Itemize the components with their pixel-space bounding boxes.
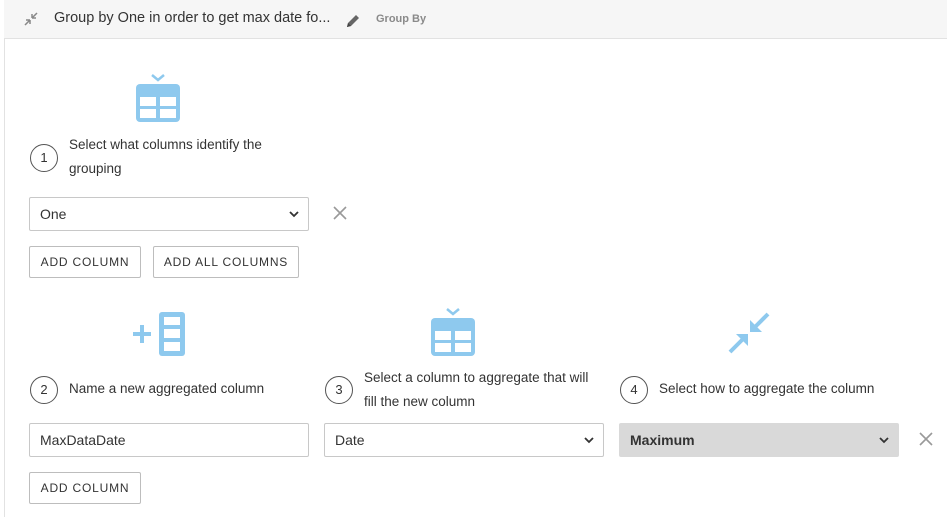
pencil-icon[interactable] xyxy=(345,13,361,29)
step-1-text-line1: Select what columns identify the xyxy=(69,137,262,152)
add-column-icon xyxy=(133,312,185,356)
add-all-columns-button[interactable]: ADD ALL COLUMNS xyxy=(153,246,299,278)
step-3-number: 3 xyxy=(325,376,353,404)
chevron-down-icon xyxy=(289,211,299,218)
aggregate-source-column-value: Date xyxy=(335,432,365,448)
step-4-number: 4 xyxy=(620,376,648,404)
panel-border xyxy=(4,39,5,517)
group-column-select[interactable]: One xyxy=(29,197,309,231)
aggregation-function-select[interactable]: Maximum xyxy=(619,423,899,457)
header-bar: Group by One in order to get max date fo… xyxy=(4,0,947,39)
step-1-instructions: Select what columns identify the groupin… xyxy=(69,133,262,181)
aggregation-function-value: Maximum xyxy=(630,432,695,448)
add-aggregated-column-button[interactable]: ADD COLUMN xyxy=(29,472,141,504)
group-column-select-value: One xyxy=(40,206,67,222)
compress-arrows-icon xyxy=(728,312,770,354)
step-2-number: 2 xyxy=(30,376,58,404)
step-3-text-line1: Select a column to aggregate that will xyxy=(364,370,589,385)
add-group-column-button[interactable]: ADD COLUMN xyxy=(29,246,141,278)
chevron-down-icon xyxy=(584,437,594,444)
step-2-instructions: Name a new aggregated column xyxy=(69,381,265,396)
recipe-title[interactable]: Group by One in order to get max date fo… xyxy=(54,10,330,26)
aggregate-source-column-select[interactable]: Date xyxy=(324,423,604,457)
recipe-type-label: Group By xyxy=(376,13,427,25)
step-1-number: 1 xyxy=(30,144,58,172)
close-icon[interactable] xyxy=(332,205,348,221)
step-4-instructions: Select how to aggregate the column xyxy=(659,381,875,396)
table-select-icon xyxy=(136,74,180,122)
close-icon[interactable] xyxy=(918,431,934,447)
step-3-text-line2: fill the new column xyxy=(364,394,476,409)
table-select-icon xyxy=(431,308,475,356)
step-1-text-line2: grouping xyxy=(69,161,122,176)
aggregated-column-name-input[interactable] xyxy=(29,423,309,457)
step-3-instructions: Select a column to aggregate that will f… xyxy=(364,366,588,414)
chevron-down-icon xyxy=(879,437,889,444)
collapse-icon[interactable] xyxy=(22,10,40,28)
